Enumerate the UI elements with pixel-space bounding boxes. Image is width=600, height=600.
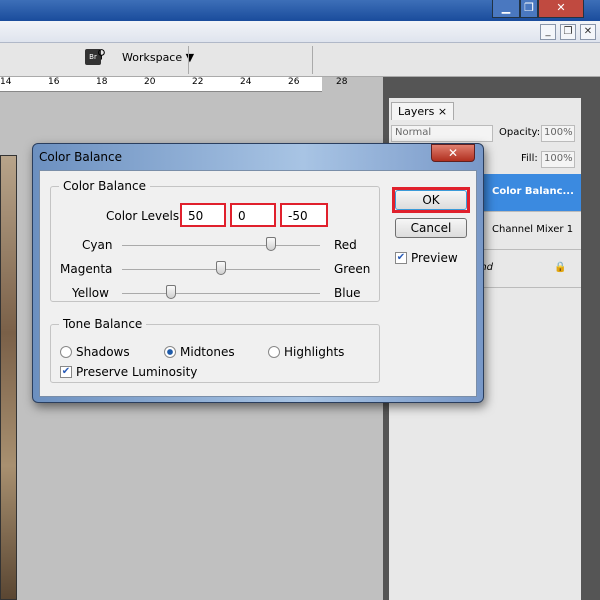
fill-label: Fill: (521, 153, 538, 164)
opacity-field[interactable]: 100% (541, 125, 575, 142)
workspace-menu[interactable]: Workspace ▼ (122, 51, 194, 64)
color-levels-label: Color Levels: (106, 209, 184, 223)
magenta-green-slider[interactable] (216, 261, 226, 275)
level-magenta-green-input[interactable]: 0 (230, 203, 276, 227)
shadows-radio[interactable] (60, 346, 72, 358)
ruler-tick: 22 (192, 77, 204, 87)
search-icon: ⚲ (97, 47, 106, 61)
preserve-luminosity-checkbox[interactable]: ✔ (60, 366, 72, 378)
slider-label-cyan: Cyan (82, 238, 113, 252)
preview-label: Preview (411, 251, 458, 265)
shadows-label: Shadows (76, 345, 130, 359)
options-bar: Br ⚲ Workspace ▼ (0, 43, 600, 77)
dialog-title: Color Balance (39, 150, 123, 164)
sepia-image (0, 155, 17, 600)
blend-mode-select[interactable]: Normal (391, 125, 493, 142)
ruler-tick: 14 (0, 77, 12, 87)
dialog-body: Color Balance Color Levels: 50 0 -50 Cya… (39, 170, 477, 397)
slider-label-yellow: Yellow (72, 286, 109, 300)
color-balance-dialog: Color Balance ✕ Color Balance Color Leve… (32, 143, 484, 403)
fill-field[interactable]: 100% (541, 151, 575, 168)
slider-label-blue: Blue (334, 286, 361, 300)
doc-restore-button[interactable]: ❐ (560, 24, 576, 40)
cyan-red-slider[interactable] (266, 237, 276, 251)
preview-checkbox[interactable]: ✔ (395, 252, 407, 264)
ok-button[interactable]: OK (395, 190, 467, 210)
highlights-radio[interactable] (268, 346, 280, 358)
cancel-button[interactable]: Cancel (395, 218, 467, 238)
ruler-tick: 28 (336, 77, 348, 87)
ruler-tick: 24 (240, 77, 252, 87)
dialog-close-button[interactable]: ✕ (431, 144, 475, 162)
ruler-tick: 16 (48, 77, 60, 87)
minimize-button[interactable]: ▁ (492, 0, 520, 18)
midtones-radio[interactable] (164, 346, 176, 358)
preserve-luminosity-label: Preserve Luminosity (76, 365, 198, 379)
level-cyan-red-input[interactable]: 50 (180, 203, 226, 227)
ruler-tick: 26 (288, 77, 300, 87)
doc-close-button[interactable]: ✕ (580, 24, 596, 40)
slider-label-green: Green (334, 262, 371, 276)
app-bar (0, 21, 600, 43)
ruler-tick: 20 (144, 77, 156, 87)
slider-label-red: Red (334, 238, 357, 252)
opacity-label: Opacity: (499, 127, 541, 138)
ok-highlight: OK (392, 187, 470, 213)
level-yellow-blue-input[interactable]: -50 (280, 203, 328, 227)
ruler-tick: 18 (96, 77, 108, 87)
doc-minimize-button[interactable]: _ (540, 24, 556, 40)
maximize-button[interactable]: ❐ (520, 0, 538, 18)
lock-icon: 🔒 (554, 262, 567, 273)
slider-label-magenta: Magenta (60, 262, 113, 276)
midtones-label: Midtones (180, 345, 235, 359)
close-button[interactable]: ✕ (538, 0, 584, 18)
horizontal-ruler: 14 16 18 20 22 24 26 28 (0, 77, 347, 92)
yellow-blue-slider[interactable] (166, 285, 176, 299)
tab-layers[interactable]: Layers × (391, 102, 455, 120)
highlights-label: Highlights (284, 345, 345, 359)
